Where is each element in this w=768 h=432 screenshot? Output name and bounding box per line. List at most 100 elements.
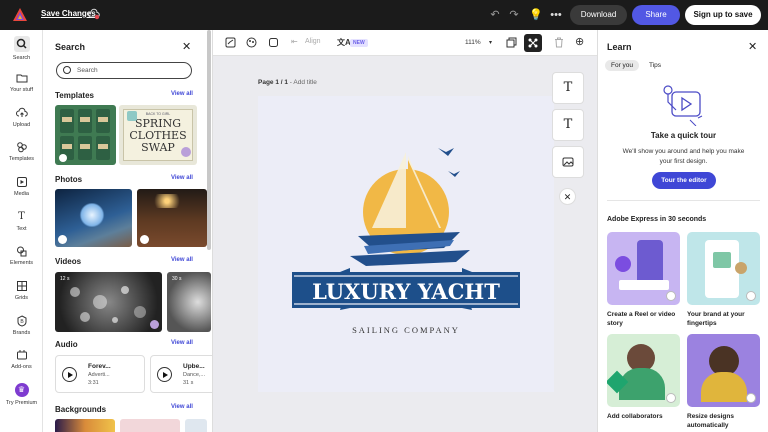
search-input[interactable]: Search — [56, 62, 192, 79]
design-title[interactable]: LUXURY YACHT — [312, 279, 500, 304]
yacht-logo[interactable]: LUXURY YACHT SAILING COMPANY — [258, 96, 554, 392]
premium-badge-icon — [150, 320, 159, 329]
audio-card[interactable]: Upbe... Dance,... 31 s — [150, 355, 212, 393]
page-label[interactable]: Page 1 / 1 - Add title — [258, 79, 317, 86]
audio-subtitle: Dance,... — [183, 372, 206, 378]
template-thumbnail[interactable] — [55, 105, 116, 165]
tour-illustration — [663, 85, 703, 126]
tab-for-you[interactable]: For you — [605, 60, 640, 71]
learn-card-caption[interactable]: Resize designs automatically — [687, 412, 762, 430]
close-icon[interactable]: ✕ — [559, 188, 576, 205]
background-thumbnail[interactable] — [55, 419, 115, 432]
close-icon[interactable]: ✕ — [182, 40, 191, 53]
text-icon: T — [18, 211, 25, 222]
lightbulb-icon[interactable]: 💡 — [529, 8, 543, 22]
layers-icon[interactable] — [524, 34, 542, 52]
align-icon[interactable]: ⇤ — [291, 37, 298, 46]
rail-item-elements[interactable]: Elements — [0, 245, 43, 266]
add-icon[interactable]: ⊕ — [575, 35, 584, 48]
section-title-backgrounds: Backgrounds — [55, 405, 107, 414]
chevron-down-icon[interactable]: ▾ — [489, 39, 492, 46]
crop-icon[interactable] — [225, 37, 236, 50]
learn-card-caption[interactable]: Your brand at your fingertips — [687, 310, 762, 328]
media-icon — [16, 176, 28, 188]
learn-card-image[interactable] — [687, 334, 760, 407]
trash-icon[interactable] — [554, 37, 564, 50]
rail-item-templates[interactable]: Templates — [0, 141, 43, 162]
undo-icon[interactable]: ↶ — [488, 8, 502, 22]
express-section-title: Adobe Express in 30 seconds — [607, 216, 707, 223]
tab-tips[interactable]: Tips — [643, 60, 667, 71]
rail-item-brands[interactable]: B Brands — [0, 315, 43, 336]
tour-editor-button[interactable]: Tour the editor — [652, 172, 716, 189]
shape-icon[interactable] — [268, 37, 279, 50]
audio-duration: 31 s — [183, 380, 194, 386]
view-all-videos-link[interactable]: View all — [171, 257, 193, 263]
video-thumbnail[interactable]: 30 s — [167, 272, 211, 332]
tour-title: Take a quick tour — [650, 131, 717, 140]
redo-icon[interactable]: ↷ — [507, 8, 521, 22]
close-icon[interactable]: ✕ — [748, 40, 757, 53]
design-page[interactable]: LUXURY YACHT SAILING COMPANY — [258, 96, 554, 392]
learn-card-image[interactable] — [687, 232, 760, 305]
photo-thumbnail[interactable] — [137, 189, 207, 247]
rail-item-text[interactable]: T Text — [0, 211, 43, 232]
translate-icon[interactable]: 文A — [337, 37, 351, 48]
rail-item-grids[interactable]: Grids — [0, 280, 43, 301]
crown-icon: ♛ — [14, 383, 29, 397]
rail-item-search[interactable]: Search — [0, 36, 43, 61]
view-all-photos-link[interactable]: View all — [171, 175, 193, 181]
check-icon — [746, 291, 756, 301]
search-panel: Search ✕ Search Templates View all BACK … — [43, 30, 213, 432]
design-subtitle[interactable]: SAILING COMPANY — [352, 325, 460, 335]
sign-up-button[interactable]: Sign up to save — [685, 5, 761, 25]
download-button[interactable]: Download — [570, 5, 627, 25]
learn-card-caption[interactable]: Add collaborators — [607, 412, 682, 421]
video-duration: 30 s — [172, 276, 182, 282]
photo-thumbnail[interactable] — [55, 189, 132, 247]
template-thumbnail[interactable]: BACK TO GIRL SPRING CLOTHES SWAP — [119, 105, 197, 165]
section-title-audio: Audio — [55, 340, 78, 349]
video-thumbnail[interactable]: 12 s — [55, 272, 162, 332]
cloud-warning-icon — [88, 8, 100, 20]
rail-item-add-ons[interactable]: Add-ons — [0, 349, 43, 370]
rail-label: Upload — [12, 122, 31, 128]
add-text-button[interactable]: T — [552, 109, 584, 141]
align-button[interactable]: Align — [305, 38, 321, 45]
tour-description: We'll show you around and help you make … — [622, 148, 745, 165]
rail-item-try-premium[interactable]: ♛ Try Premium — [0, 383, 43, 406]
add-title-link[interactable]: - Add title — [288, 79, 317, 86]
addons-icon — [16, 349, 28, 361]
view-all-templates-link[interactable]: View all — [171, 91, 193, 97]
add-image-button[interactable] — [552, 146, 584, 178]
play-icon[interactable] — [157, 367, 172, 382]
view-all-backgrounds-link[interactable]: View all — [171, 404, 193, 410]
adobe-express-logo[interactable] — [12, 7, 28, 23]
view-all-audio-link[interactable]: View all — [171, 340, 193, 346]
background-thumbnail[interactable] — [185, 419, 207, 432]
brand-icon: B — [16, 315, 28, 327]
panel-scrollbar[interactable] — [207, 30, 211, 250]
rail-item-upload[interactable]: Upload — [0, 107, 43, 128]
share-button[interactable]: Share — [632, 5, 680, 25]
background-thumbnail[interactable] — [120, 419, 180, 432]
color-icon[interactable] — [246, 37, 257, 50]
rail-label: Brands — [12, 330, 31, 336]
more-options-icon[interactable]: ••• — [549, 8, 563, 22]
learn-card-image[interactable] — [607, 232, 680, 305]
search-icon — [13, 36, 30, 52]
zoom-level[interactable]: 111% — [465, 39, 481, 46]
section-title-videos: Videos — [55, 257, 82, 266]
play-icon[interactable] — [62, 367, 77, 382]
audio-duration: 3:31 — [88, 380, 99, 386]
learn-card-caption[interactable]: Create a Reel or video story — [607, 310, 682, 328]
section-title-photos: Photos — [55, 175, 83, 184]
audio-card[interactable]: Forev... Adverti... 3:31 — [55, 355, 145, 393]
pages-icon[interactable] — [506, 37, 517, 50]
rail-item-media[interactable]: Media — [0, 176, 43, 197]
editor-toolbar: ⇤ Align 文A NEW 111% ▾ ⊕ — [213, 30, 597, 56]
add-heading-button[interactable]: T — [552, 72, 584, 104]
left-rail: Search Your stuff Upload Templates Media… — [0, 30, 43, 432]
learn-card-image[interactable] — [607, 334, 680, 407]
rail-item-your-stuff[interactable]: Your stuff — [0, 72, 43, 93]
